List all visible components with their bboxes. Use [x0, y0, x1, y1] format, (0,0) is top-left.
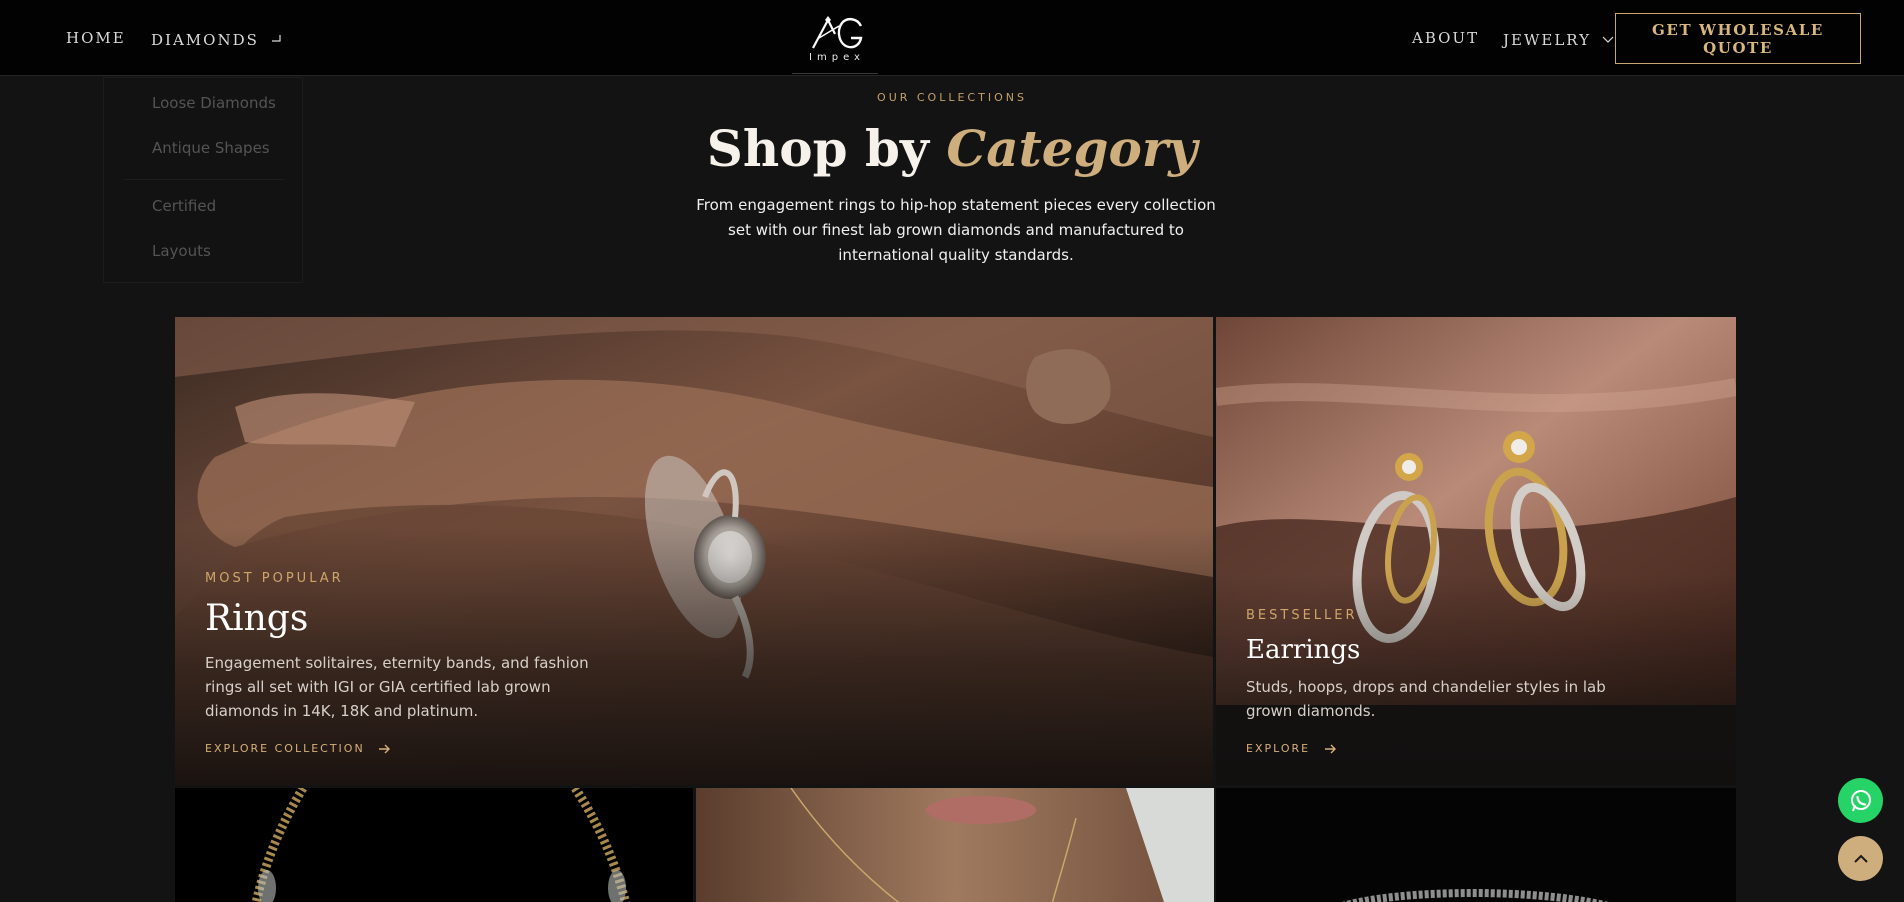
- rings-description: Engagement solitaires, eternity bands, a…: [205, 654, 589, 720]
- dropdown-item-loose-diamonds[interactable]: Loose Diamonds: [152, 94, 276, 112]
- dropdown-item-antique-shapes[interactable]: Antique Shapes: [152, 139, 270, 157]
- get-wholesale-quote-button[interactable]: GET WHOLESALE QUOTE: [1615, 13, 1861, 64]
- earrings-explore-label: EXPLORE: [1246, 742, 1311, 755]
- earrings-title: Earrings: [1246, 635, 1361, 665]
- nav-diamonds-label: DIAMONDS: [151, 31, 259, 49]
- category-card-earrings[interactable]: BESTSELLER Earrings Studs, hoops, drops …: [1216, 317, 1736, 785]
- earrings-tag: BESTSELLER: [1246, 608, 1358, 623]
- category-card-bracelets[interactable]: [1216, 788, 1736, 902]
- earrings-explore-link[interactable]: EXPLORE: [1246, 742, 1336, 755]
- nav-jewelry-label: JEWELRY: [1503, 31, 1592, 49]
- pendant-image: [696, 788, 1214, 902]
- nav-diamonds-link[interactable]: DIAMONDS: [151, 29, 281, 49]
- diamonds-dropdown-menu: Loose Diamonds Antique Shapes Certified …: [103, 58, 303, 283]
- back-to-top-button[interactable]: [1838, 836, 1883, 881]
- arrow-right-icon: [379, 744, 391, 754]
- top-navigation: HOME DIAMONDS Impex ABOUT JEWELRY GET WH…: [0, 0, 1904, 76]
- category-card-necklaces[interactable]: [175, 788, 693, 902]
- nav-about-link[interactable]: ABOUT: [1412, 29, 1479, 47]
- rings-tag: MOST POPULAR: [205, 571, 344, 586]
- whatsapp-button[interactable]: [1838, 778, 1883, 823]
- category-card-rings[interactable]: MOST POPULAR Rings Engagement solitaires…: [175, 317, 1213, 785]
- whatsapp-icon: [1850, 789, 1871, 811]
- logo-subtitle: Impex: [809, 52, 865, 63]
- necklace-image: [175, 788, 693, 902]
- heading-accent: Category: [946, 119, 1198, 178]
- category-card-pendants[interactable]: [696, 788, 1214, 902]
- dropdown-item-layouts[interactable]: Layouts: [152, 242, 211, 260]
- chevron-up-icon: [1853, 854, 1868, 863]
- nav-home-link[interactable]: HOME: [66, 29, 126, 47]
- bracelet-image: [1216, 788, 1736, 902]
- nav-jewelry-link[interactable]: JEWELRY: [1503, 29, 1614, 49]
- rings-explore-link[interactable]: EXPLORE COLLECTION: [205, 742, 391, 755]
- chevron-down-icon: [1602, 29, 1614, 47]
- dropdown-divider: [124, 179, 284, 180]
- earrings-description: Studs, hoops, drops and chandelier style…: [1246, 678, 1606, 720]
- heading-main: Shop by: [706, 119, 929, 178]
- rings-title: Rings: [205, 598, 309, 639]
- arrow-right-icon: [1324, 744, 1336, 754]
- dropdown-item-certified[interactable]: Certified: [152, 197, 216, 215]
- chevron-down-icon: [270, 29, 281, 47]
- brand-logo[interactable]: Impex: [792, 8, 878, 74]
- ag-monogram-icon: [812, 16, 863, 49]
- rings-explore-label: EXPLORE COLLECTION: [205, 742, 365, 755]
- section-description: From engagement rings to hip-hop stateme…: [696, 196, 1216, 264]
